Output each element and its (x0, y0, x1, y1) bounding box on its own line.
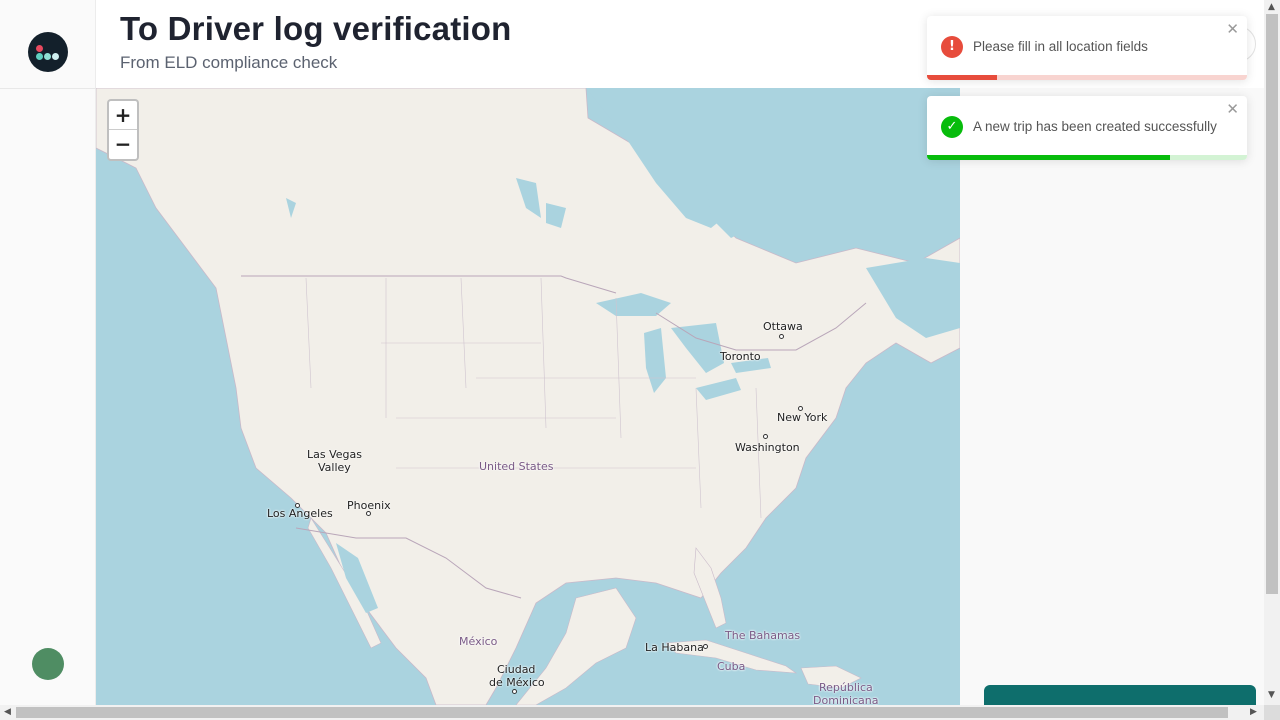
city-marker (763, 434, 768, 439)
map-label-mexico: México (459, 635, 498, 648)
horizontal-scroll-thumb[interactable] (16, 707, 1228, 718)
city-marker (512, 689, 517, 694)
map-label-bahamas: The Bahamas (725, 629, 801, 642)
map-label-republica: República (819, 681, 873, 694)
error-icon: ! (941, 36, 963, 58)
map-label-cuba: Cuba (717, 660, 746, 673)
toast-message: Please fill in all location fields (973, 39, 1148, 54)
zoom-out-button[interactable]: − (109, 130, 137, 159)
toast-success[interactable]: ✓ A new trip has been created successful… (927, 96, 1247, 160)
map-tiles (96, 88, 960, 705)
sidebar-divider (0, 88, 96, 89)
zoom-in-button[interactable]: + (109, 101, 137, 130)
scroll-right-icon[interactable]: ▶ (1250, 707, 1257, 717)
toast-progress-bar (927, 75, 998, 80)
city-marker (779, 334, 784, 339)
map-label-new-york: New York (777, 411, 828, 424)
map-label-las-vegas: Las Vegas (307, 448, 362, 461)
page-title: To Driver log verification (120, 10, 512, 47)
sidebar (0, 0, 96, 705)
check-icon: ✓ (941, 116, 963, 138)
horizontal-scrollbar[interactable]: ◀ ▶ (0, 705, 1264, 720)
city-marker (366, 511, 371, 516)
close-icon[interactable]: ✕ (1226, 100, 1239, 118)
map-label-la-habana: La Habana (645, 641, 704, 654)
map-label-united-states: United States (479, 460, 554, 473)
map-label-de-mexico: de México (489, 676, 545, 689)
map-label-dominicana: Dominicana (813, 694, 879, 705)
vertical-scroll-thumb[interactable] (1266, 14, 1278, 594)
toast-progress-bar (927, 155, 1171, 160)
map-label-las-vegas-2: Valley (318, 461, 351, 474)
scroll-left-icon[interactable]: ◀ (4, 707, 11, 717)
map-label-los-angeles: Los Angeles (267, 507, 333, 520)
toast-message: A new trip has been created successfully (973, 119, 1217, 134)
app-logo[interactable] (28, 32, 68, 72)
close-icon[interactable]: ✕ (1226, 20, 1239, 38)
scroll-up-icon[interactable]: ▲ (1268, 2, 1275, 12)
zoom-control: + − (107, 99, 139, 161)
map-label-ottawa: Ottawa (763, 320, 803, 333)
map-view[interactable]: + − Ottawa Toronto New York Washington L… (96, 88, 960, 705)
map-label-ciudad: Ciudad (497, 663, 536, 676)
avatar[interactable] (32, 648, 64, 680)
map-label-toronto: Toronto (720, 350, 761, 363)
scrollbar-corner (1264, 705, 1280, 720)
vertical-scrollbar[interactable]: ▲ ▼ (1264, 0, 1280, 705)
city-marker (703, 644, 708, 649)
toast-error[interactable]: ! Please fill in all location fields ✕ (927, 16, 1247, 80)
page-subtitle: From ELD compliance check (120, 53, 338, 72)
scroll-down-icon[interactable]: ▼ (1268, 690, 1275, 700)
trip-panel (960, 88, 1264, 705)
map-label-washington: Washington (735, 441, 800, 454)
